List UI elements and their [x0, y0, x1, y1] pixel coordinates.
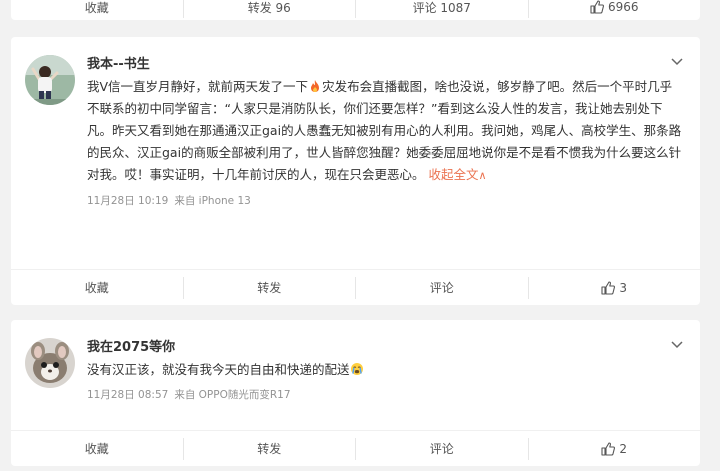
post-meta: 11月28日 10:19 来自 iPhone 13 [87, 193, 682, 209]
post-body: 我本--书生 我V信一直岁月静好，就前两天发了一下 灾发布会直播截图，啥也没说，够… [11, 37, 700, 269]
favorite-label: 收藏 [84, 442, 109, 456]
favorite-button[interactable]: 收藏 [11, 438, 183, 460]
post-source: 来自 iPhone 13 [174, 195, 251, 207]
post-content: 我本--书生 我V信一直岁月静好，就前两天发了一下 灾发布会直播截图，啥也没说，够… [87, 53, 682, 209]
post-body: 我在2075等你 没有汉正该，就没有我今天的自由和快递的配送 11月28日 08… [11, 320, 700, 430]
fire-icon [308, 79, 322, 93]
previous-post-actions: 收藏 转发 96 评论 1087 6966 [11, 0, 700, 20]
comment-button[interactable]: 评论 [355, 276, 528, 299]
like-count: 3 [619, 280, 628, 295]
chevron-up-icon: ∧ [478, 169, 487, 182]
comment-label: 评论 [429, 281, 454, 295]
post-meta: 11月28日 08:57 来自 OPPO随光而变R17 [87, 387, 682, 403]
previous-post-card: 收藏 转发 96 评论 1087 6966 [11, 0, 700, 20]
favorite-label: 收藏 [84, 281, 109, 295]
like-button[interactable]: 6966 [527, 0, 701, 18]
repost-button[interactable]: 转发 [182, 437, 356, 460]
favorite-label: 收藏 [84, 0, 109, 15]
post-text: 我V信一直岁月静好，就前两天发了一下 灾发布会直播截图，啥也没说，够岁静了吧。然后… [87, 76, 682, 187]
thumbs-up-icon [590, 0, 604, 14]
repost-label: 转发 96 [247, 0, 291, 15]
chevron-down-icon[interactable] [670, 57, 684, 67]
username[interactable]: 我在2075等你 [87, 339, 175, 357]
favorite-button[interactable]: 收藏 [11, 0, 183, 18]
repost-label: 转发 [257, 281, 282, 295]
post-source: 来自 OPPO随光而变R17 [174, 389, 291, 401]
comment-label: 评论 [429, 442, 454, 456]
post-actions: 收藏 转发 评论 2 [11, 430, 700, 466]
collapse-text-link[interactable]: 收起全文∧ [429, 167, 487, 182]
favorite-button[interactable]: 收藏 [11, 277, 183, 299]
username[interactable]: 我本--书生 [87, 56, 150, 74]
post-actions: 收藏 转发 评论 3 [11, 269, 700, 305]
post-text-part: 没有汉正该，就没有我今天的自由和快递的配送 [87, 362, 350, 377]
like-count: 2 [619, 441, 628, 456]
repost-button[interactable]: 转发 96 [182, 0, 356, 18]
comment-button[interactable]: 评论 [355, 437, 528, 460]
post-time[interactable]: 11月28日 10:19 [87, 195, 168, 207]
comment-label: 评论 1087 [412, 0, 471, 15]
thumbs-up-icon [601, 280, 616, 295]
post-card: 我本--书生 我V信一直岁月静好，就前两天发了一下 灾发布会直播截图，啥也没说，够… [11, 37, 700, 305]
post-text-part: 我V信一直岁月静好，就前两天发了一下 [87, 79, 309, 94]
comment-button[interactable]: 评论 1087 [355, 0, 528, 18]
like-count: 6966 [607, 0, 639, 14]
repost-label: 转发 [257, 442, 282, 456]
avatar[interactable] [25, 338, 75, 388]
post-time[interactable]: 11月28日 08:57 [87, 389, 168, 401]
thumbs-up-icon [601, 441, 616, 456]
like-button[interactable]: 3 [527, 276, 701, 299]
post-text: 没有汉正该，就没有我今天的自由和快递的配送 [87, 359, 682, 381]
avatar[interactable] [25, 55, 75, 105]
post-card: 我在2075等你 没有汉正该，就没有我今天的自由和快递的配送 11月28日 08… [11, 320, 700, 466]
chevron-down-icon[interactable] [670, 340, 684, 350]
repost-button[interactable]: 转发 [182, 276, 356, 299]
post-text-part: 灾发布会直播截图，啥也没说，够岁静了吧。然后一个平时几乎不联系的初中同学留言：“… [87, 79, 682, 182]
crying-face-icon [350, 362, 364, 376]
collapse-label: 收起全文 [428, 167, 479, 182]
like-button[interactable]: 2 [527, 437, 701, 460]
post-content: 我在2075等你 没有汉正该，就没有我今天的自由和快递的配送 11月28日 08… [87, 336, 682, 403]
